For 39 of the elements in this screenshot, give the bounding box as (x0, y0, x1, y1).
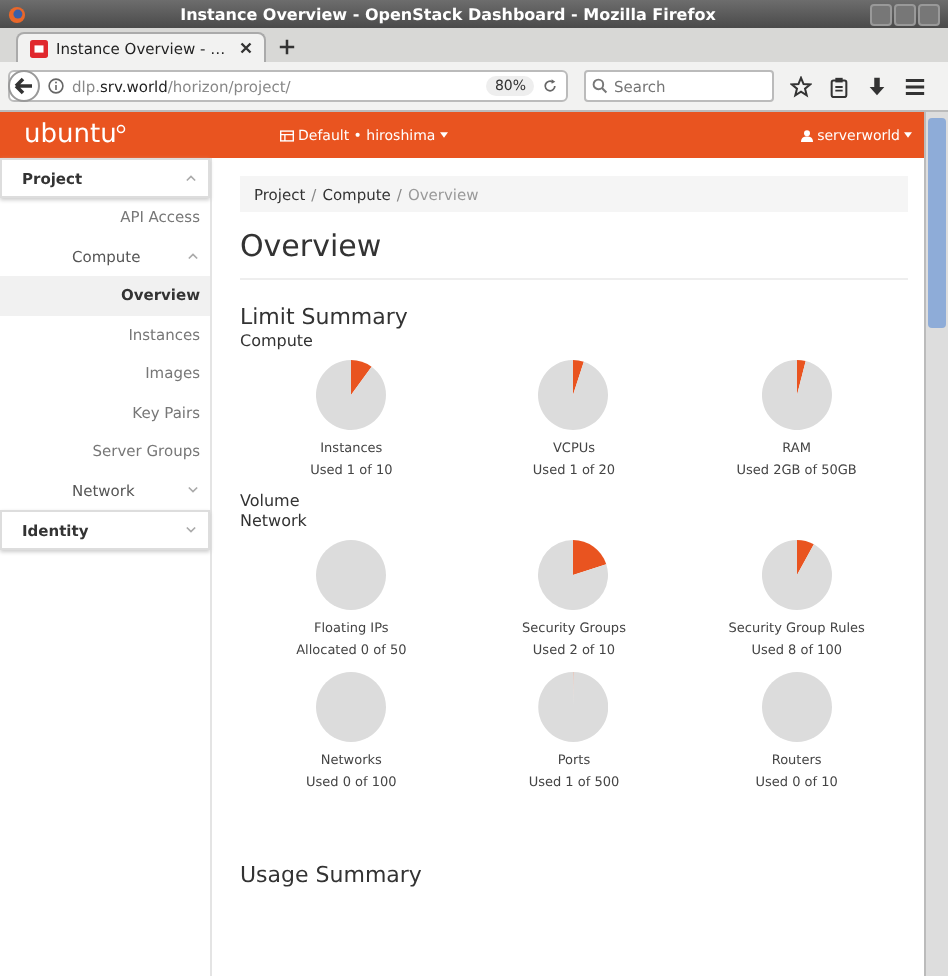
menu-icon[interactable] (904, 75, 926, 97)
info-icon[interactable] (48, 78, 64, 94)
pie-chart (761, 360, 832, 430)
section-title: Limit Summary (240, 304, 410, 330)
window-title: Instance Overview - OpenStack Dashboard - Mozilla Firefox (178, 5, 718, 23)
pie-chart (316, 540, 387, 610)
group-title: Compute (240, 332, 315, 350)
pie-chart (316, 672, 387, 742)
grid-icon (280, 129, 294, 141)
pie-chart (538, 540, 609, 610)
page-title: Overview (240, 228, 384, 264)
user-icon (799, 129, 814, 141)
clipboard-icon[interactable] (828, 75, 850, 97)
chevron-icon (186, 174, 196, 182)
firefox-icon (8, 5, 26, 23)
caret-icon (904, 132, 912, 138)
pie-chart (316, 360, 387, 430)
openstack-icon (30, 39, 48, 57)
close-icon[interactable] (240, 42, 252, 54)
pie-chart (761, 672, 832, 742)
download-icon[interactable] (866, 75, 888, 97)
new-tab-icon[interactable] (278, 38, 296, 56)
pie-chart (538, 672, 609, 742)
search-icon (592, 78, 608, 94)
ubuntu-logo[interactable]: ubuntu (24, 120, 280, 150)
group-title: Volume (240, 492, 302, 510)
group-title: Network (240, 512, 309, 530)
pie-chart (538, 360, 609, 430)
chevron-icon (188, 252, 198, 261)
caret-icon (439, 132, 448, 138)
back-icon[interactable] (8, 70, 40, 102)
chevron-icon (188, 486, 198, 495)
pie-chart (761, 540, 832, 610)
star-icon[interactable] (790, 75, 812, 97)
section-title: Usage Summary (240, 862, 424, 888)
circle-of-friends-icon (116, 124, 127, 134)
reload-icon[interactable] (542, 78, 558, 94)
scrollbar[interactable] (924, 112, 948, 976)
chevron-icon (186, 526, 196, 534)
